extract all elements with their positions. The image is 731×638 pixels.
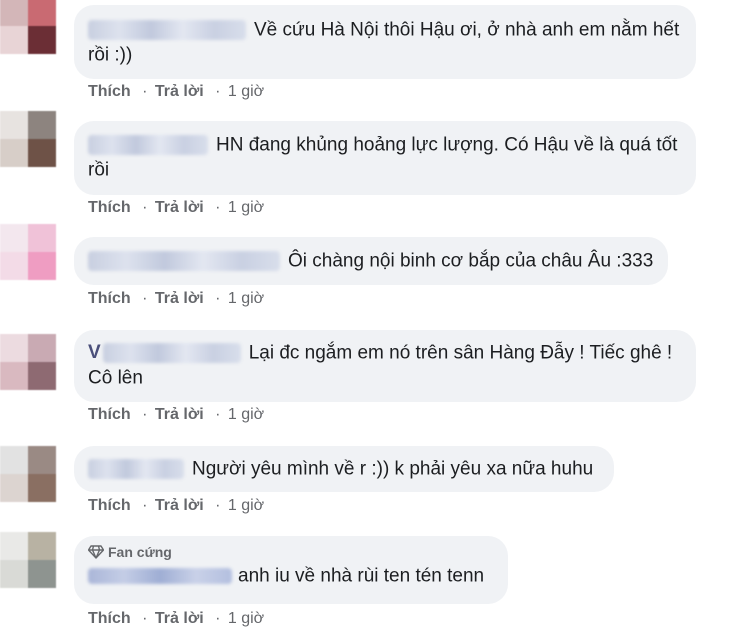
comment-text: Người yêu mình về r :)) k phải yêu xa nữ…: [192, 458, 594, 480]
comment-actions: Thích · Trả lời · 1 giờ: [88, 497, 264, 515]
blurred-commenter-name[interactable]: [88, 134, 208, 155]
blurred-commenter-name[interactable]: [88, 458, 184, 479]
comment-timestamp[interactable]: 1 giờ: [228, 290, 264, 307]
like-button[interactable]: Thích: [88, 406, 131, 423]
avatar-tile: [28, 0, 56, 26]
separator: ·: [215, 406, 221, 423]
avatar-tile: [0, 334, 28, 362]
comment-bubble: HN đang khủng hoảng lực lượng. Có Hậu về…: [74, 121, 696, 195]
comment-text: anh iu về nhà rùi ten tén tenn: [238, 565, 485, 587]
commenter-name-initial[interactable]: V: [88, 342, 101, 363]
separator: ·: [215, 290, 221, 307]
like-button[interactable]: Thích: [88, 497, 131, 514]
avatar-tile: [28, 446, 56, 474]
comment-bubble: Fan cứng anh iu về nhà rùi ten tén tenn: [74, 536, 508, 604]
like-button[interactable]: Thích: [88, 290, 131, 307]
like-button[interactable]: Thích: [88, 610, 131, 627]
reply-button[interactable]: Trả lời: [155, 83, 204, 100]
separator: ·: [142, 406, 148, 423]
reply-button[interactable]: Trả lời: [155, 199, 204, 216]
comment-actions: Thích · Trả lời · 1 giờ: [88, 199, 264, 217]
avatar-tile: [28, 334, 56, 362]
avatar-tile: [0, 474, 28, 502]
separator: ·: [142, 610, 148, 627]
diamond-icon: [87, 545, 105, 559]
blurred-commenter-name[interactable]: [88, 250, 280, 271]
comment-bubble: Ôi chàng nội binh cơ bắp của châu Âu :33…: [74, 237, 668, 285]
comment-timestamp[interactable]: 1 giờ: [228, 610, 264, 627]
avatar-tile: [28, 474, 56, 502]
avatar-tile: [0, 532, 28, 560]
comment-bubble: Người yêu mình về r :)) k phải yêu xa nữ…: [74, 446, 614, 492]
badge-label: Fan cứng: [108, 544, 172, 560]
comment-actions: Thích · Trả lời · 1 giờ: [88, 290, 264, 308]
comment-timestamp[interactable]: 1 giờ: [228, 199, 264, 216]
comment-timestamp[interactable]: 1 giờ: [228, 83, 264, 100]
comment-actions: Thích · Trả lời · 1 giờ: [88, 610, 264, 628]
blurred-commenter-name[interactable]: [88, 19, 246, 40]
avatar-tile: [0, 0, 28, 26]
avatar[interactable]: [0, 111, 56, 167]
avatar-tile: [0, 26, 28, 54]
separator: ·: [142, 199, 148, 216]
avatar[interactable]: [0, 224, 56, 280]
comment-bubble: V Lại đc ngắm em nó trên sân Hàng Đẫy ! T…: [74, 330, 696, 402]
comment-actions: Thích · Trả lời · 1 giờ: [88, 83, 264, 101]
avatar-tile: [0, 111, 28, 139]
avatar[interactable]: [0, 0, 56, 54]
fan-badge: Fan cứng: [87, 543, 494, 561]
reply-button[interactable]: Trả lời: [155, 406, 204, 423]
avatar-tile: [0, 252, 28, 280]
avatar-tile: [28, 139, 56, 167]
blurred-commenter-name[interactable]: [88, 567, 232, 584]
avatar-tile: [28, 26, 56, 54]
avatar-tile: [28, 252, 56, 280]
avatar[interactable]: [0, 446, 56, 502]
separator: ·: [142, 497, 148, 514]
avatar-tile: [0, 224, 28, 252]
avatar-tile: [28, 560, 56, 588]
avatar[interactable]: [0, 334, 56, 390]
reply-button[interactable]: Trả lời: [155, 610, 204, 627]
comment-bubble: Về cứu Hà Nội thôi Hậu ơi, ở nhà anh em …: [74, 5, 696, 79]
separator: ·: [142, 83, 148, 100]
avatar-tile: [0, 362, 28, 390]
avatar-tile: [0, 446, 28, 474]
avatar-tile: [28, 532, 56, 560]
avatar[interactable]: [0, 532, 56, 588]
reply-button[interactable]: Trả lời: [155, 290, 204, 307]
separator: ·: [215, 83, 221, 100]
avatar-tile: [28, 111, 56, 139]
like-button[interactable]: Thích: [88, 83, 131, 100]
comment-timestamp[interactable]: 1 giờ: [228, 497, 264, 514]
avatar-tile: [28, 362, 56, 390]
separator: ·: [215, 497, 221, 514]
comment-text: Ôi chàng nội binh cơ bắp của châu Âu :33…: [288, 250, 654, 272]
separator: ·: [142, 290, 148, 307]
comment-timestamp[interactable]: 1 giờ: [228, 406, 264, 423]
like-button[interactable]: Thích: [88, 199, 131, 216]
separator: ·: [215, 199, 221, 216]
avatar-tile: [0, 139, 28, 167]
avatar-tile: [0, 560, 28, 588]
separator: ·: [215, 610, 221, 627]
avatar-tile: [28, 224, 56, 252]
comment-actions: Thích · Trả lời · 1 giờ: [88, 406, 264, 424]
reply-button[interactable]: Trả lời: [155, 497, 204, 514]
blurred-commenter-name[interactable]: [102, 342, 241, 363]
